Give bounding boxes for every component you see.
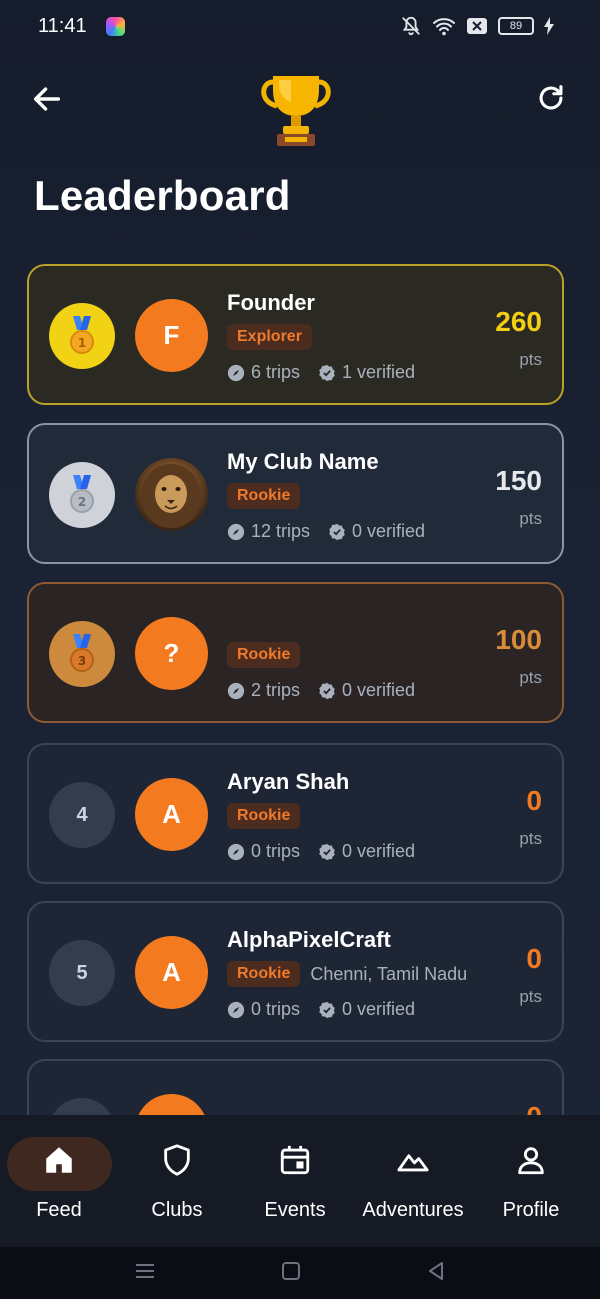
member-name — [227, 606, 442, 636]
compass-icon — [227, 1001, 245, 1018]
verified-icon — [319, 1001, 335, 1018]
compass-icon — [227, 523, 245, 540]
system-nav-bar — [0, 1247, 600, 1299]
leaderboard-card[interactable]: 5 A AlphaPixelCraft Rookie Chenni, Tamil… — [27, 901, 564, 1042]
verified-stat: 0 verified — [318, 841, 415, 862]
member-name: AlphaPixelCraft — [227, 927, 391, 952]
avatar: A — [135, 778, 208, 851]
nav-item-profile[interactable]: Profile — [472, 1137, 590, 1227]
gold-medal-icon: 1 — [70, 316, 94, 354]
leaderboard-card[interactable]: 1 F Founder Explorer 6 trips 1 verified … — [27, 264, 564, 405]
verified-stat: 1 verified — [318, 362, 415, 383]
nav-label: Feed — [36, 1199, 82, 1221]
leaderboard-list[interactable]: 1 F Founder Explorer 6 trips 1 verified … — [0, 0, 600, 1115]
location-text: Chenni, Tamil Nadu — [310, 963, 468, 984]
tier-badge: Rookie — [227, 961, 301, 987]
verified-icon — [319, 843, 335, 860]
rank-badge: 3 — [49, 621, 115, 687]
points-value: 100 — [495, 624, 542, 655]
compass-icon — [227, 682, 245, 699]
member-name: Founder — [227, 290, 315, 315]
shield-icon — [164, 1144, 190, 1176]
home-icon — [46, 1147, 72, 1173]
rank-badge: 2 — [49, 462, 115, 528]
leaderboard-card[interactable]: 3 ? Rookie 2 trips 0 verified 100 pts — [27, 582, 564, 723]
points-value: 150 — [495, 465, 542, 496]
verified-stat: 0 verified — [318, 680, 415, 701]
menu-icon[interactable] — [133, 1259, 157, 1283]
leaderboard-card[interactable]: 2 My Club Name Rookie 12 trips 0 verifie… — [27, 423, 564, 564]
points-value: 260 — [495, 306, 542, 337]
verified-icon — [319, 364, 335, 381]
leaderboard-card[interactable]: 0 — [27, 1059, 564, 1115]
nav-item-events[interactable]: Events — [236, 1137, 354, 1227]
verified-icon — [329, 523, 345, 540]
points-unit: pts — [519, 350, 542, 369]
trips-stat: 12 trips — [227, 521, 310, 542]
trips-stat: 6 trips — [227, 362, 300, 383]
compass-icon — [227, 843, 245, 860]
tier-badge: Explorer — [227, 324, 312, 350]
trips-stat: 0 trips — [227, 999, 300, 1020]
points-unit: pts — [519, 668, 542, 687]
points-unit: pts — [519, 829, 542, 848]
points-unit: pts — [519, 987, 542, 1006]
trips-stat: 2 trips — [227, 680, 300, 701]
avatar-lion-photo — [135, 458, 208, 531]
bronze-medal-icon: 3 — [70, 634, 94, 672]
avatar: ? — [135, 617, 208, 690]
nav-label: Events — [264, 1199, 326, 1221]
verified-icon — [319, 682, 335, 699]
nav-label: Clubs — [151, 1199, 203, 1221]
rank-badge — [49, 1098, 115, 1115]
member-name: My Club Name — [227, 449, 379, 474]
nav-item-adventures[interactable]: Adventures — [354, 1137, 472, 1227]
avatar: F — [135, 299, 208, 372]
rank-badge: 5 — [49, 940, 115, 1006]
rank-badge: 1 — [49, 303, 115, 369]
nav-label: Profile — [502, 1199, 560, 1221]
mountain-icon — [397, 1154, 429, 1172]
points-value: 0 — [526, 1099, 542, 1115]
compass-icon — [227, 364, 245, 381]
silver-medal-icon: 2 — [70, 475, 94, 513]
tier-badge: Rookie — [227, 803, 301, 829]
home-square-icon[interactable] — [279, 1259, 303, 1283]
back-triangle-icon[interactable] — [424, 1259, 448, 1283]
verified-stat: 0 verified — [328, 521, 425, 542]
calendar-icon — [280, 1145, 310, 1175]
tier-badge: Rookie — [227, 483, 301, 509]
person-icon — [518, 1147, 544, 1175]
verified-stat: 0 verified — [318, 999, 415, 1020]
avatar — [135, 1094, 208, 1115]
nav-item-feed[interactable]: Feed — [0, 1137, 118, 1227]
points-unit: pts — [519, 509, 542, 528]
points-value: 0 — [526, 785, 542, 816]
nav-label: Adventures — [362, 1199, 464, 1221]
points-value: 0 — [526, 943, 542, 974]
rank-badge: 4 — [49, 782, 115, 848]
svg-text:2: 2 — [78, 495, 86, 509]
leaderboard-card[interactable]: 4 A Aryan Shah Rookie 0 trips 0 verified… — [27, 743, 564, 884]
nav-item-clubs[interactable]: Clubs — [118, 1137, 236, 1227]
trips-stat: 0 trips — [227, 841, 300, 862]
bottom-nav: Feed Clubs Events Adventures Profile — [0, 1115, 600, 1247]
member-name: Aryan Shah — [227, 769, 350, 794]
svg-text:1: 1 — [78, 336, 86, 350]
avatar: A — [135, 936, 208, 1009]
svg-text:3: 3 — [78, 654, 86, 668]
tier-badge: Rookie — [227, 642, 301, 668]
